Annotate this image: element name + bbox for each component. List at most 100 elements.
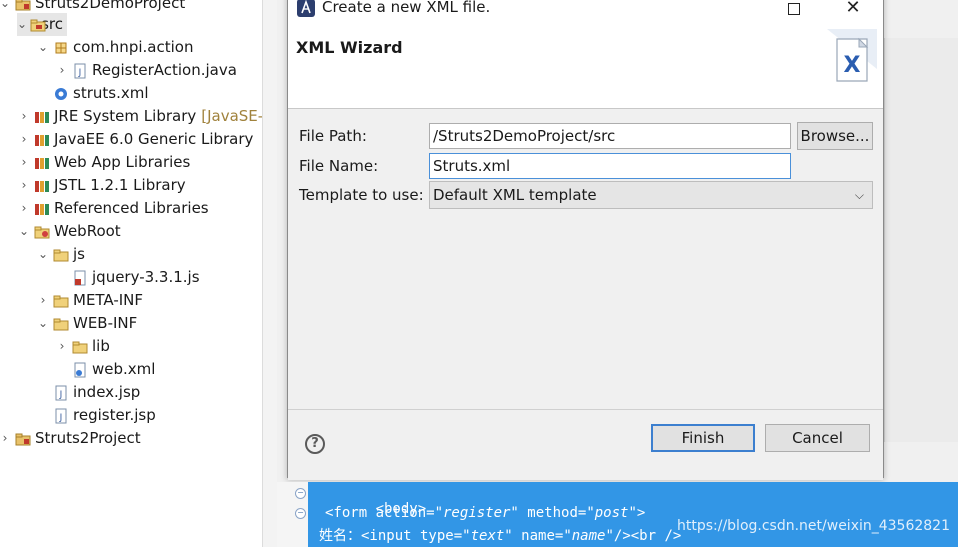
code-string: "text" <box>462 528 513 544</box>
maximize-button[interactable] <box>772 0 816 23</box>
dialog-titlebar[interactable]: Create a new XML file. ✕ <box>288 0 883 23</box>
library-icon <box>34 132 50 148</box>
code-string: "register" <box>434 505 519 521</box>
finish-button[interactable]: Finish <box>651 424 755 452</box>
chevron-right-icon[interactable]: › <box>17 151 31 174</box>
code-token: /><br /> <box>613 528 682 544</box>
tree-item[interactable]: web.xml <box>55 358 155 381</box>
tree-item[interactable]: ⌄ js <box>36 243 85 266</box>
code-selection: <body> <form action="register" method="p… <box>308 482 958 547</box>
view-sash[interactable] <box>262 0 278 547</box>
code-string: "name" <box>563 528 614 544</box>
tree-item[interactable]: › Struts2Project <box>0 427 141 450</box>
tree-item-label: JRE System Library <box>54 107 197 125</box>
tree-item[interactable]: Jregister.jsp <box>36 404 156 427</box>
file-path-field[interactable]: /Struts2DemoProject/src <box>429 123 791 149</box>
cancel-button[interactable]: Cancel <box>765 424 870 452</box>
library-icon <box>34 201 50 217</box>
browse-button[interactable]: Browse... <box>797 122 873 150</box>
tree-item-label: jquery-3.3.1.js <box>92 268 200 286</box>
svg-text:J: J <box>59 390 63 400</box>
code-line: <form action="register" method="post"> <box>325 505 645 521</box>
editor-ruler: − − <box>277 482 308 547</box>
chevron-right-icon[interactable]: › <box>55 59 69 82</box>
xml-gear-icon <box>53 86 69 102</box>
tree-item-label: com.hnpi.action <box>73 38 194 56</box>
chevron-down-icon[interactable]: ⌄ <box>36 243 50 266</box>
eclipse-app-icon <box>297 0 315 21</box>
code-token: 姓名：<input type= <box>319 528 463 544</box>
chevron-down-icon[interactable]: ⌄ <box>0 0 12 15</box>
tree-item[interactable]: › META-INF <box>36 289 143 312</box>
code-token: > <box>636 505 646 521</box>
tree-item[interactable]: › J RegisterAction.java <box>55 59 237 82</box>
code-token: name= <box>512 528 564 544</box>
template-selected-value: Default XML template <box>433 186 597 204</box>
svg-text:J: J <box>78 68 82 78</box>
tree-item-label: Web App Libraries <box>54 153 191 171</box>
template-select[interactable]: Default XML template ⌵ <box>429 181 873 209</box>
tree-item[interactable]: jquery-3.3.1.js <box>55 266 200 289</box>
library-icon <box>34 155 50 171</box>
fold-toggle-icon[interactable]: − <box>295 488 306 499</box>
maximize-icon <box>788 2 800 15</box>
code-token: method= <box>518 505 587 521</box>
library-icon <box>34 178 50 194</box>
code-string: "post" <box>586 505 637 521</box>
chevron-right-icon[interactable]: › <box>17 128 31 151</box>
chevron-down-icon[interactable]: ⌄ <box>36 312 50 335</box>
chevron-down-icon[interactable]: ⌄ <box>36 36 50 59</box>
folder-icon <box>53 293 69 309</box>
chevron-right-icon[interactable]: › <box>55 335 69 358</box>
tree-item[interactable]: › JavaEE 6.0 Generic Library <box>17 128 254 151</box>
dialog-button-bar: ? Finish Cancel <box>288 409 883 480</box>
tree-item[interactable]: ⌄ WebRoot <box>17 220 121 243</box>
source-folder-icon <box>30 17 46 33</box>
code-line: 姓名：<input type="text" name="name"/><br /… <box>319 525 681 545</box>
tree-item-label: lib <box>92 337 110 355</box>
xml-file-banner-icon: X <box>797 29 877 99</box>
chevron-down-icon[interactable]: ⌄ <box>17 220 31 243</box>
tree-item[interactable]: ⌄ src <box>17 13 67 36</box>
tree-item[interactable]: › Web App Libraries <box>17 151 191 174</box>
tree-item[interactable]: ⌄ WEB-INF <box>36 312 137 335</box>
file-name-field[interactable]: Struts.xml <box>429 153 791 179</box>
chevron-right-icon[interactable]: › <box>17 174 31 197</box>
wizard-title: XML Wizard <box>296 38 403 57</box>
side-panel <box>884 38 958 442</box>
chevron-right-icon[interactable]: › <box>17 197 31 220</box>
tree-item-label: Referenced Libraries <box>54 199 209 217</box>
jsp-editor[interactable]: − − <body> <form action="register" metho… <box>277 482 958 547</box>
tree-item[interactable]: › JSTL 1.2.1 Library <box>17 174 186 197</box>
tree-item[interactable]: › lib <box>55 335 110 358</box>
chevron-down-icon[interactable]: ⌄ <box>17 13 27 36</box>
tree-item-label: struts.xml <box>73 84 149 102</box>
help-icon[interactable]: ? <box>305 434 325 454</box>
project-icon <box>15 431 31 447</box>
xml-file-icon <box>72 362 88 378</box>
js-file-icon <box>72 270 88 286</box>
library-icon <box>34 109 50 125</box>
close-button[interactable]: ✕ <box>831 0 875 23</box>
template-label: Template to use: <box>299 186 424 204</box>
tree-item[interactable]: Jindex.jsp <box>36 381 140 404</box>
watermark-text: https://blog.csdn.net/weixin_43562821 <box>676 518 950 534</box>
xml-wizard-dialog: Create a new XML file. ✕ XML Wizard X Fi… <box>287 0 884 480</box>
close-icon: ✕ <box>845 0 861 18</box>
chevron-right-icon[interactable]: › <box>17 105 31 128</box>
tree-item-label: JavaEE 6.0 Generic Library <box>54 130 254 148</box>
fold-toggle-icon[interactable]: − <box>295 508 306 519</box>
tree-item[interactable]: ⌄ com.hnpi.action <box>36 36 193 59</box>
code-token: <form action= <box>325 505 435 521</box>
file-path-label: File Path: <box>299 127 367 145</box>
chevron-down-icon: ⌵ <box>854 188 864 202</box>
java-file-icon: J <box>72 63 88 79</box>
chevron-right-icon[interactable]: › <box>36 289 50 312</box>
chevron-right-icon[interactable]: › <box>0 427 12 450</box>
tree-item[interactable]: › JRE System Library[JavaSE-1 <box>17 105 262 128</box>
tree-item-label: WEB-INF <box>73 314 138 332</box>
tree-item[interactable]: struts.xml <box>36 82 149 105</box>
tree-item[interactable]: › Referenced Libraries <box>17 197 209 220</box>
wizard-banner: XML Wizard X <box>288 23 883 109</box>
tree-item-label: Struts2Project <box>35 429 141 447</box>
